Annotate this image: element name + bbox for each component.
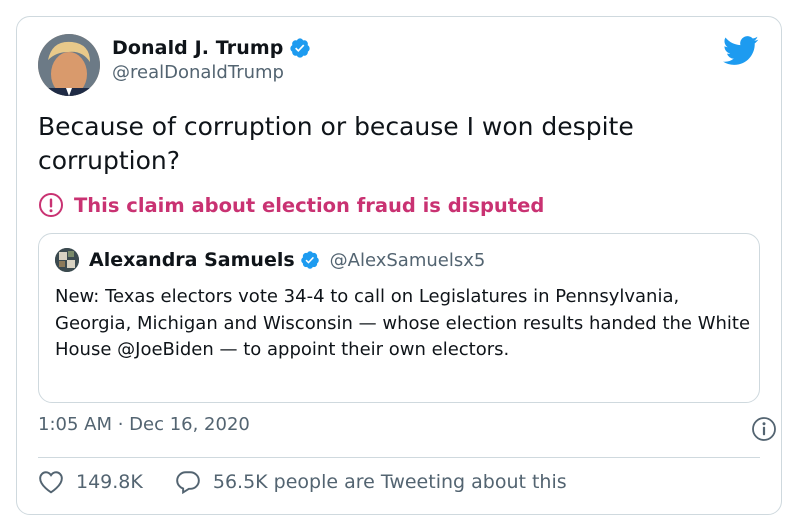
quoted-author-name[interactable]: Alexandra Samuels [89, 249, 295, 271]
author-handle[interactable]: @realDonaldTrump [112, 62, 311, 83]
exclamation-circle-icon [39, 193, 63, 217]
like-count: 149.8K [76, 471, 143, 493]
quoted-author-handle[interactable]: @AlexSamuelsx5 [330, 250, 486, 271]
quoted-author-avatar[interactable] [55, 248, 79, 272]
verified-badge-icon [290, 38, 311, 58]
tweet-text: Because of corruption or because I won d… [38, 112, 634, 175]
author-avatar[interactable] [38, 34, 100, 96]
quoted-tweet[interactable]: Alexandra Samuels @AlexSamuelsx5 New: Te… [38, 233, 760, 403]
divider [38, 457, 760, 458]
disputed-notice-text[interactable]: This claim about election fraud is dispu… [74, 194, 544, 217]
tweet-timestamp[interactable]: 1:05 AM · Dec 16, 2020 [38, 414, 250, 435]
like-button[interactable]: 149.8K [38, 470, 143, 494]
tweet-actions: 149.8K 56.5K people are Tweeting about t… [38, 470, 599, 494]
heart-icon [39, 471, 63, 494]
author-name[interactable]: Donald J. Trump [112, 37, 283, 59]
twitter-bird-icon[interactable] [723, 36, 759, 66]
conversation-text[interactable]: 56.5K people are Tweeting about this [213, 471, 567, 493]
quoted-tweet-text: New: Texas electors vote 34-4 to call on… [55, 286, 751, 360]
info-icon[interactable] [751, 416, 777, 442]
conversation-link[interactable]: 56.5K people are Tweeting about this [175, 470, 567, 494]
speech-bubble-icon [176, 471, 200, 494]
verified-badge-icon [300, 251, 319, 269]
disputed-notice[interactable]: This claim about election fraud is dispu… [38, 192, 544, 218]
